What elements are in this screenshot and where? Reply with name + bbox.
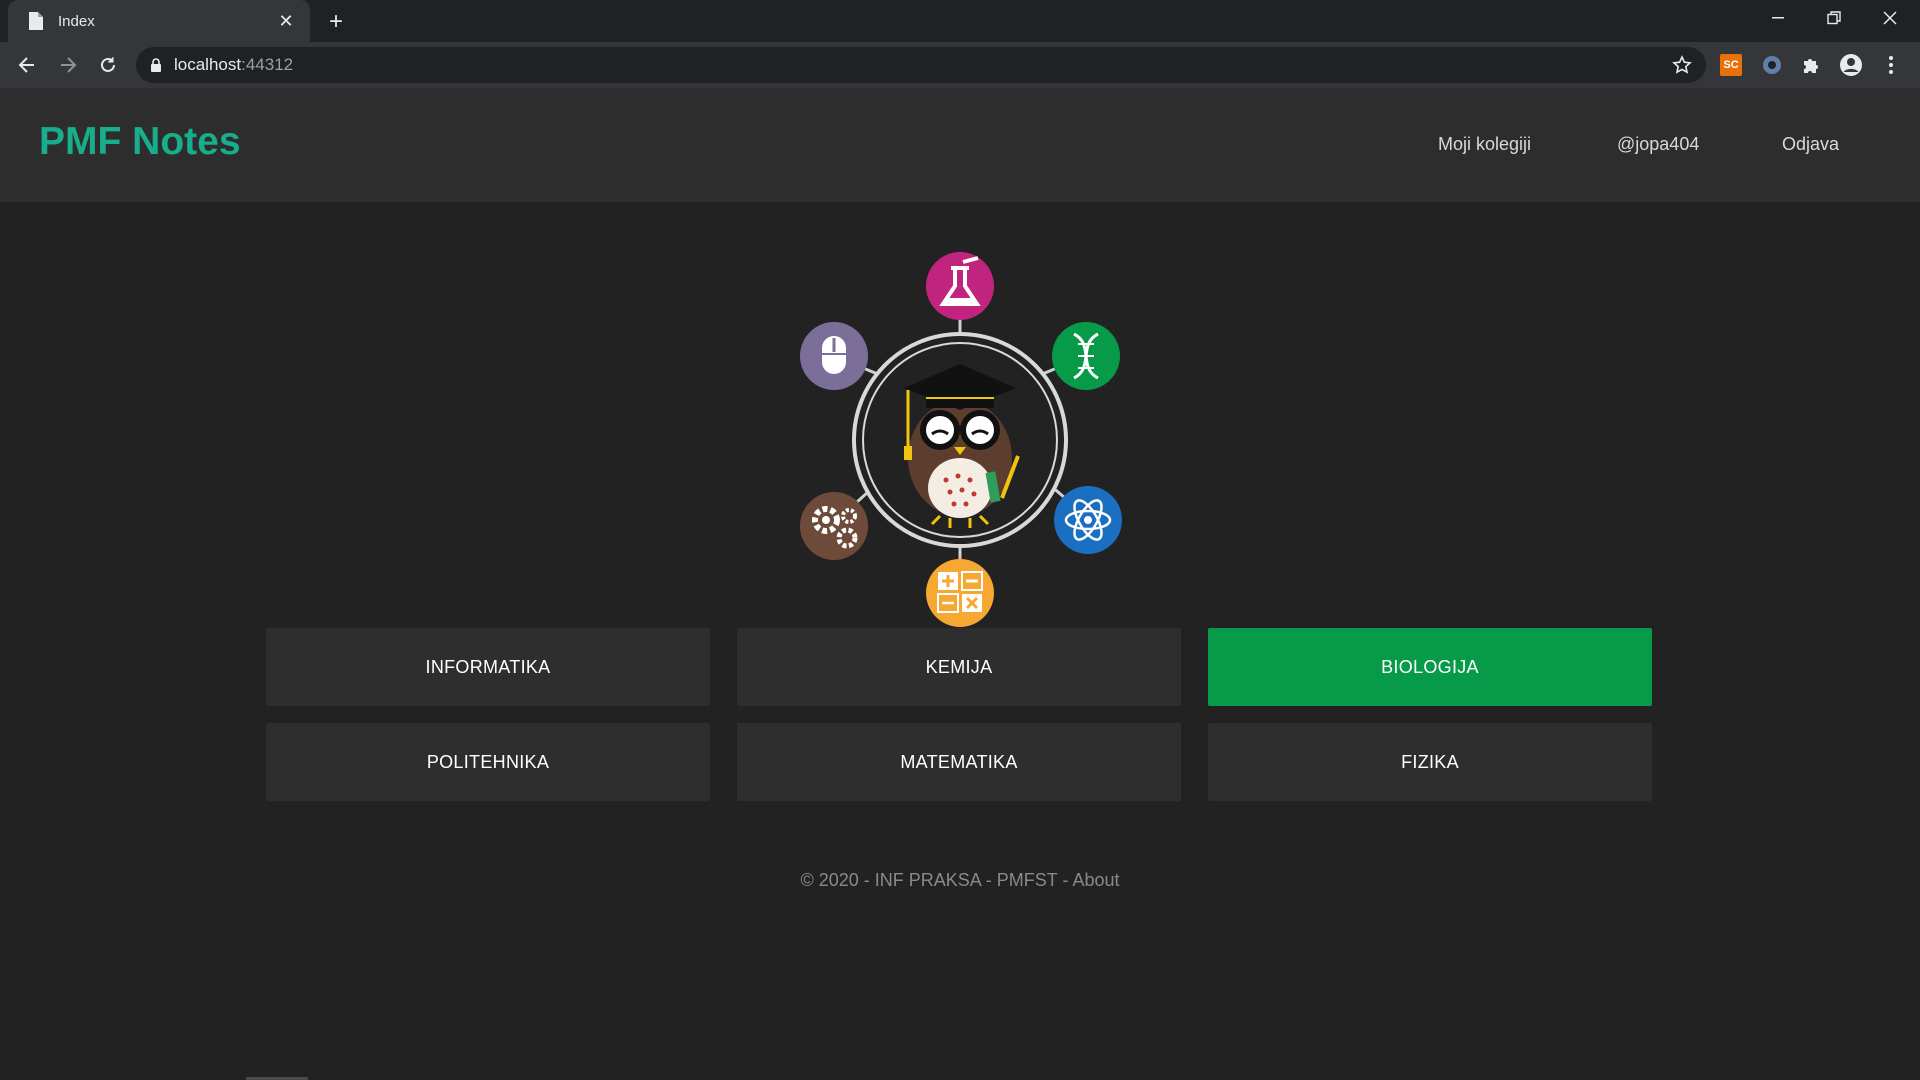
forward-icon[interactable] <box>52 49 84 81</box>
extension-ring-icon[interactable] <box>1758 51 1786 79</box>
back-icon[interactable] <box>11 49 43 81</box>
nav-user-profile[interactable]: @jopa404 <box>1617 134 1699 155</box>
menu-kebab-icon[interactable] <box>1877 51 1905 79</box>
tab-title: Index <box>58 12 95 30</box>
minimize-icon[interactable] <box>1750 0 1806 36</box>
footer: © 2020 - INF PRAKSA - PMFST - About <box>0 870 1920 891</box>
calculator-icon <box>926 559 994 627</box>
subject-kemija[interactable]: KEMIJA <box>737 628 1181 706</box>
url-port: :44312 <box>241 55 294 74</box>
dna-icon <box>1052 322 1120 390</box>
close-window-icon[interactable] <box>1862 0 1918 36</box>
mouse-icon <box>800 322 868 390</box>
subject-biologija[interactable]: BIOLOGIJA <box>1208 628 1652 706</box>
subject-fizika[interactable]: FIZIKA <box>1208 723 1652 801</box>
footer-copyright: © 2020 - INF PRAKSA - PMFST - <box>800 870 1073 890</box>
extension-sc-icon[interactable]: SC <box>1717 51 1745 79</box>
subject-politehnika[interactable]: POLITEHNIKA <box>266 723 710 801</box>
atom-icon <box>1054 486 1122 554</box>
bookmark-star-icon[interactable] <box>1670 53 1694 77</box>
address-bar[interactable]: localhost:44312 <box>136 47 1706 83</box>
url-host: localhost <box>174 55 242 74</box>
site-header: PMF Notes Moji kolegiji @jopa404 Odjava <box>0 88 1920 202</box>
browser-tab[interactable]: Index ✕ <box>8 0 310 42</box>
nav-logout[interactable]: Odjava <box>1782 134 1839 155</box>
nav-my-courses[interactable]: Moji kolegiji <box>1438 134 1531 155</box>
footer-about-link[interactable]: About <box>1072 870 1119 890</box>
browser-toolbar: localhost:44312 SC <box>0 42 1920 88</box>
brand-logo-link[interactable]: PMF Notes <box>39 120 241 164</box>
subject-informatika[interactable]: INFORMATIKA <box>266 628 710 706</box>
extension-sc-label: SC <box>1720 54 1742 76</box>
profile-avatar-icon[interactable] <box>1837 51 1865 79</box>
extensions-puzzle-icon[interactable] <box>1797 51 1825 79</box>
page-icon <box>26 11 46 31</box>
reload-icon[interactable] <box>92 49 124 81</box>
hero-illustration <box>780 248 1140 630</box>
browser-tab-strip: Index ✕ + <box>0 0 1920 42</box>
subject-matematika[interactable]: MATEMATIKA <box>737 723 1181 801</box>
new-tab-icon[interactable]: + <box>322 8 350 36</box>
gears-icon <box>800 492 868 560</box>
lock-icon <box>150 58 162 72</box>
close-tab-icon[interactable]: ✕ <box>274 9 298 33</box>
flask-icon <box>926 252 994 320</box>
restore-icon[interactable] <box>1806 0 1862 36</box>
